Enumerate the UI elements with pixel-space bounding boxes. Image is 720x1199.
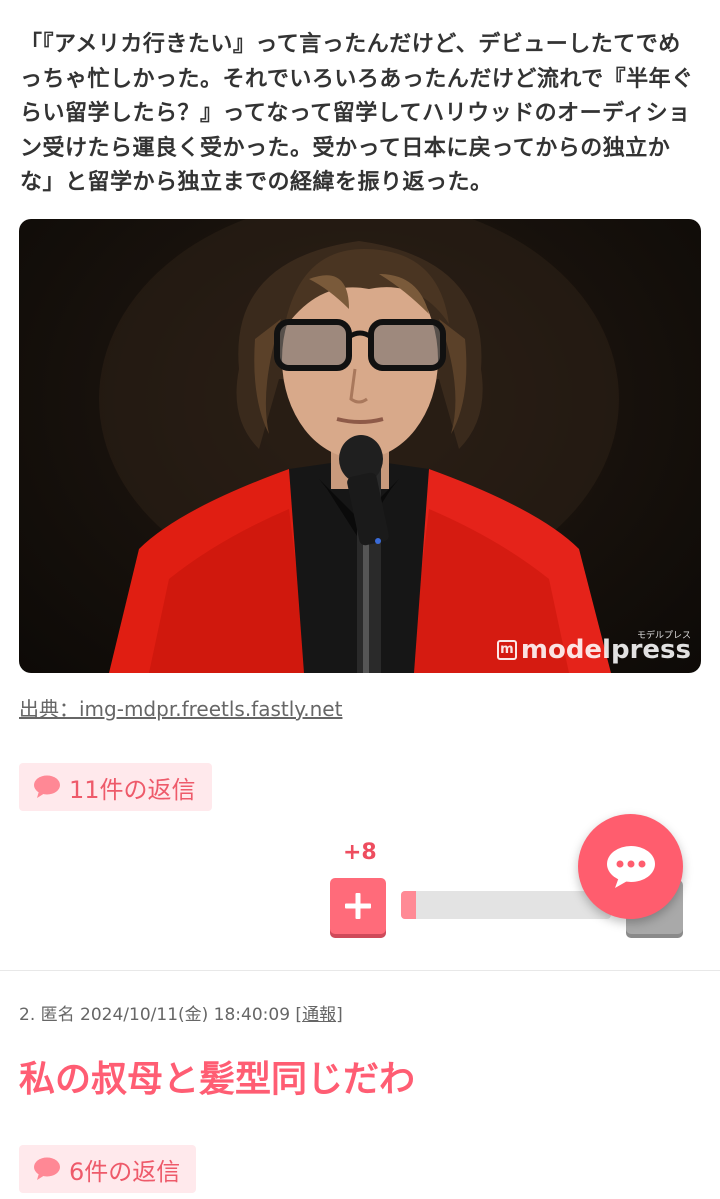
speech-bubble-icon [34, 1157, 60, 1180]
speech-bubble-icon [34, 775, 60, 798]
vote-ratio-bar [401, 891, 611, 919]
chat-bubble-icon [606, 845, 655, 888]
vote-count: +8 [343, 840, 377, 865]
comment-2-meta: 2. 匿名 2024/10/11(金) 18:40:09 [通報] [19, 1000, 343, 1025]
photo-illustration [99, 219, 619, 673]
vote-ratio-fill [401, 891, 416, 919]
comment-2-text: 私の叔母と髪型同じだわ [19, 1059, 416, 1100]
replies-label: 11件の返信 [69, 775, 196, 804]
replies-label: 6件の返信 [69, 1157, 181, 1186]
image-source[interactable]: 出典：img-mdpr.freetls.fastly.net [19, 693, 342, 722]
comment-meta-close: ] [336, 1005, 343, 1025]
image-source-prefix: 出典： [19, 697, 79, 721]
photo-watermark-text: modelpress [520, 635, 691, 665]
page: 「『アメリカ行きたい』って言ったんだけど、デビューしたてでめっちゃ忙しかった。そ… [0, 0, 720, 1199]
replies-button-comment-2[interactable]: 6件の返信 [19, 1145, 197, 1193]
replies-button-comment-1[interactable]: 11件の返信 [19, 763, 212, 811]
plus-vote-button[interactable] [330, 878, 386, 934]
comment-meta-text: 2. 匿名 2024/10/11(金) 18:40:09 [ [19, 1005, 303, 1025]
article-photo[interactable]: モデルプレス m modelpress [19, 219, 701, 673]
image-source-link[interactable]: img-mdpr.freetls.fastly.net [79, 697, 342, 721]
article-body-text: 「『アメリカ行きたい』って言ったんだけど、デビューしたてでめっちゃ忙しかった。そ… [20, 32, 694, 195]
report-link[interactable]: 通報 [302, 1005, 336, 1025]
comment-fab-button[interactable] [578, 814, 683, 919]
photo-watermark: m modelpress [496, 635, 691, 665]
comment-divider [0, 970, 720, 971]
modelpress-logo-icon: m [496, 640, 517, 660]
plus-icon [345, 893, 371, 919]
